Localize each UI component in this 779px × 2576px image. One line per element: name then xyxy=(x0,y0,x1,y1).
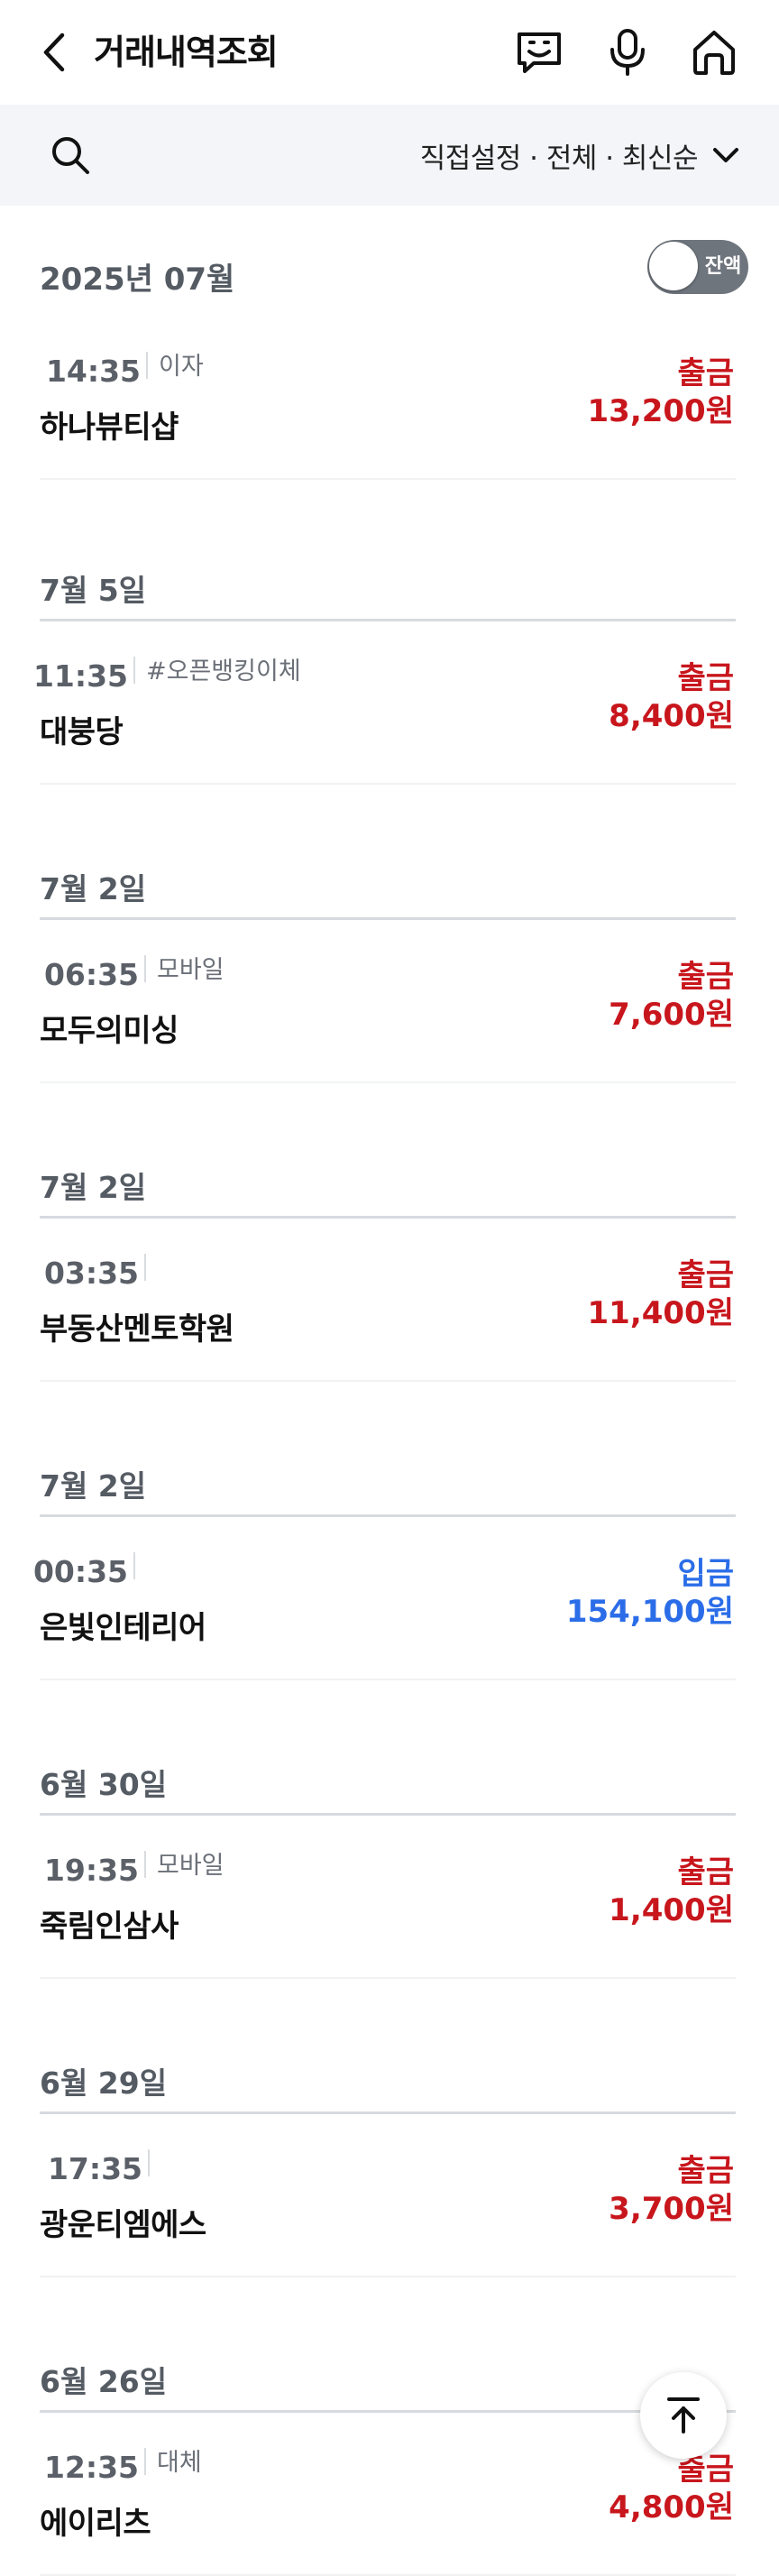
time-divider xyxy=(148,2149,150,2176)
transaction-counterparty: 대붕당 xyxy=(40,714,124,750)
date-group-header: 6월 30일 xyxy=(40,1757,736,1816)
transaction-item[interactable]: 14:35 이자 하나뷰티샵 출금 13,200원 xyxy=(40,343,736,480)
transaction-time: 12:35 xyxy=(43,2450,139,2485)
transaction-memo: 모바일 xyxy=(157,956,225,984)
transaction-counterparty: 하나뷰티샵 xyxy=(40,409,179,446)
transaction-list: 14:35 이자 하나뷰티샵 출금 13,200원 7월 5일 11:35 #오픈뱅킹이체 대붕… xyxy=(0,0,779,2576)
arrow-up-icon xyxy=(667,2397,700,2433)
transaction-item[interactable]: 17:35 광운티엠에스 출금 3,700원 xyxy=(40,2140,736,2277)
date-label: 7월 2일 xyxy=(40,1468,147,1504)
date-label: 7월 5일 xyxy=(40,573,147,608)
transaction-item[interactable]: 00:35 은빛인테리어 입금 154,100원 xyxy=(33,1543,736,1680)
transaction-memo: #오픈뱅킹이체 xyxy=(146,658,301,685)
transaction-item[interactable]: 06:35 모바일 모두의미싱 출금 7,600원 xyxy=(40,946,736,1083)
transaction-amount: 7,600원 xyxy=(609,997,734,1033)
transaction-counterparty: 은빛인테리어 xyxy=(40,1610,206,1646)
date-label: 6월 26일 xyxy=(40,2364,168,2399)
transaction-item[interactable]: 11:35 #오픈뱅킹이체 대붕당 출금 8,400원 xyxy=(33,648,736,785)
date-group-header: 6월 29일 xyxy=(40,2056,736,2114)
date-label: 6월 30일 xyxy=(40,1767,168,1802)
transaction-counterparty: 에이리츠 xyxy=(40,2506,151,2542)
date-label: 7월 2일 xyxy=(40,1170,147,1205)
transaction-amount: 1,400원 xyxy=(609,1892,734,1928)
transaction-amount: 3,700원 xyxy=(609,2191,734,2227)
time-divider xyxy=(133,657,135,684)
transaction-time: 19:35 xyxy=(43,1853,139,1888)
transaction-amount: 13,200원 xyxy=(587,393,734,429)
date-group-header: 7월 5일 xyxy=(40,563,736,621)
transaction-memo: 이자 xyxy=(159,353,204,381)
transaction-memo: 모바일 xyxy=(157,1852,225,1880)
time-divider xyxy=(146,352,148,379)
transaction-item[interactable]: 12:35 대체 에이리츠 출금 4,800원 xyxy=(40,2439,736,2576)
transaction-amount: 154,100원 xyxy=(565,1594,734,1630)
date-label: 7월 2일 xyxy=(40,871,147,906)
transaction-counterparty: 광운티엠에스 xyxy=(40,2207,206,2243)
transaction-counterparty: 죽림인삼사 xyxy=(40,1909,179,1945)
transaction-counterparty: 모두의미싱 xyxy=(40,1013,179,1049)
transaction-time: 11:35 xyxy=(32,658,128,694)
date-group-header: 7월 2일 xyxy=(40,1458,736,1517)
transaction-counterparty: 부동산멘토학원 xyxy=(40,1311,234,1348)
transaction-amount: 8,400원 xyxy=(609,698,734,734)
transaction-amount: 4,800원 xyxy=(609,2489,734,2525)
time-divider xyxy=(144,1851,146,1878)
time-divider xyxy=(133,1552,135,1579)
transaction-time: 03:35 xyxy=(43,1256,139,1291)
transaction-amount: 11,400원 xyxy=(587,1295,734,1331)
transaction-time: 17:35 xyxy=(47,2151,142,2186)
transaction-memo: 대체 xyxy=(157,2449,202,2477)
time-divider xyxy=(144,2448,146,2475)
transaction-time: 14:35 xyxy=(45,354,141,389)
date-group-header: 6월 26일 xyxy=(40,2354,736,2413)
scroll-top-button[interactable] xyxy=(640,2372,727,2459)
time-divider xyxy=(144,1254,146,1281)
transaction-time: 00:35 xyxy=(32,1554,128,1589)
time-divider xyxy=(144,955,146,982)
date-group-header: 7월 2일 xyxy=(40,1160,736,1219)
date-label: 6월 29일 xyxy=(40,2065,168,2101)
transaction-time: 06:35 xyxy=(43,957,139,992)
transaction-item[interactable]: 19:35 모바일 죽림인삼사 출금 1,400원 xyxy=(40,1842,736,1979)
date-group-header: 7월 2일 xyxy=(40,861,736,920)
transaction-item[interactable]: 03:35 부동산멘토학원 출금 11,400원 xyxy=(40,1245,736,1382)
